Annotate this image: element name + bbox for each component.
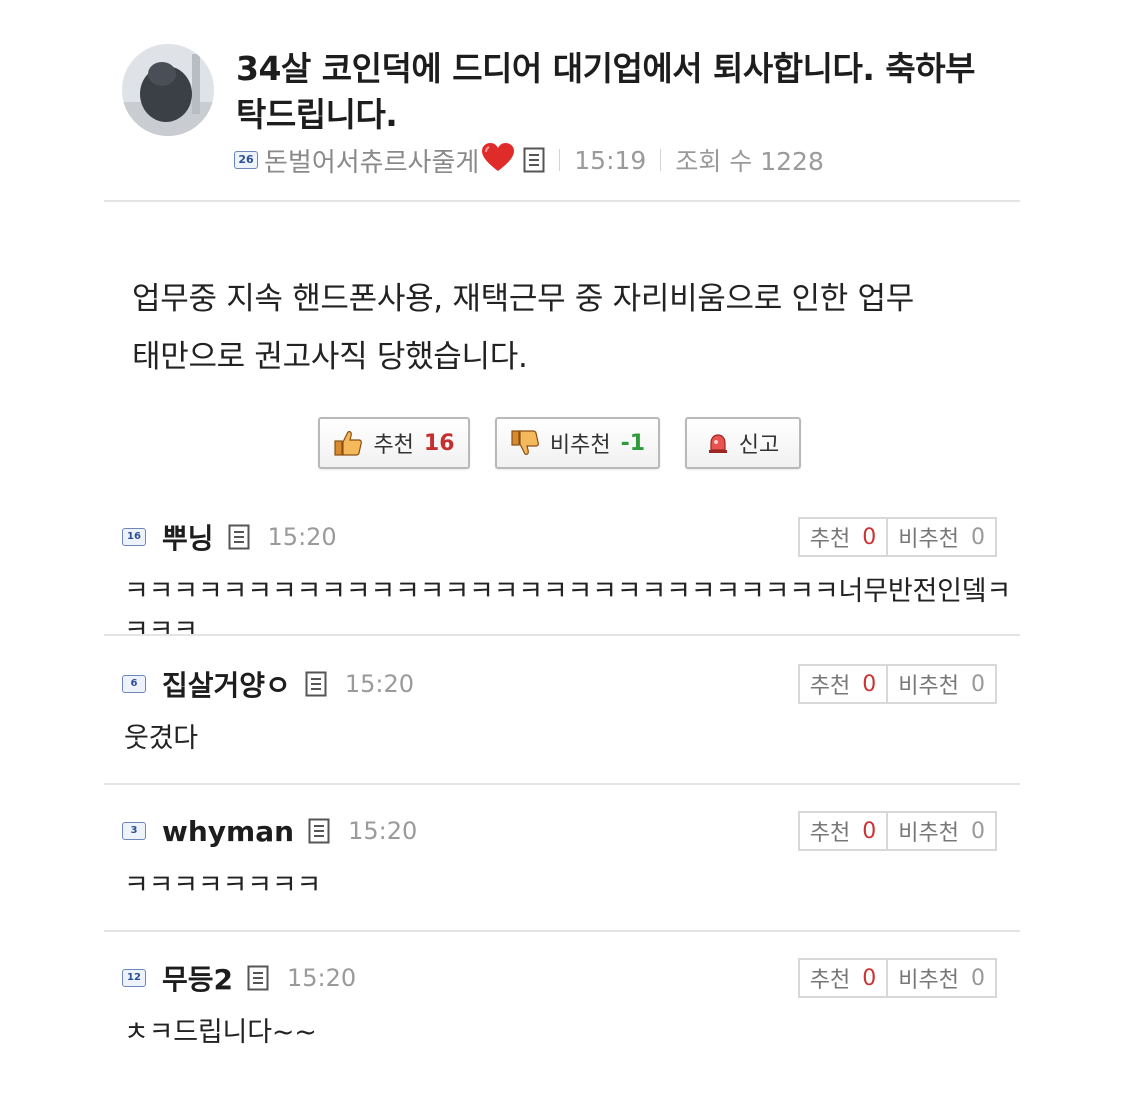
comment-downvote-count: 0 — [971, 818, 985, 844]
report-button[interactable]: 신고 — [685, 417, 801, 469]
comment-upvote-count: 0 — [862, 818, 877, 844]
downvote-label: 비추천 — [549, 433, 611, 458]
level-badge: 12 — [122, 969, 146, 987]
comment-upvote-count: 0 — [862, 965, 877, 991]
downvote-count: -1 — [620, 430, 646, 456]
comment-downvote-button[interactable]: 비추천 0 — [886, 813, 995, 849]
post-meta: 26 돈벌어서츄르사줄게 15:19 조회 수 1228 — [234, 140, 824, 180]
comment-downvote-button[interactable]: 비추천 0 — [886, 666, 995, 702]
comment-header: 16 뿌닝 15:20 — [122, 517, 337, 557]
report-label: 신고 — [738, 433, 780, 458]
comment-downvote-label: 비추천 — [898, 821, 959, 846]
post-title: 34살 코인덕에 드디어 대기업에서 퇴사합니다. 축하부탁드립니다. — [236, 49, 975, 134]
comment-divider — [104, 634, 1020, 636]
comment-upvote-button[interactable]: 추천 0 — [800, 813, 886, 849]
comment-downvote-count: 0 — [971, 524, 985, 550]
comment-item: 12 무등2 15:20 추천 0 비추천 0 ㅊㅋ드립니다~~ — [122, 958, 1022, 1048]
comment-vote-box: 추천 0 비추천 0 — [797, 664, 997, 704]
document-icon[interactable] — [308, 818, 330, 844]
post-body-line: 업무중 지속 핸드폰사용, 재택근무 중 자리비움으로 인한 업무 — [132, 281, 914, 317]
meta-separator — [559, 149, 561, 171]
comment-author[interactable]: 뿌닝 — [162, 517, 214, 557]
comment-header: 12 무등2 15:20 — [122, 958, 356, 998]
comment-item: 3 whyman 15:20 추천 0 비추천 0 ㅋㅋㅋㅋㅋㅋㅋㅋ — [122, 811, 1022, 901]
comment-downvote-label: 비추천 — [898, 527, 959, 552]
comment-upvote-label: 추천 — [809, 674, 851, 699]
comment-author[interactable]: whyman — [162, 815, 294, 848]
post-time: 15:19 — [574, 145, 647, 175]
document-icon[interactable] — [247, 965, 269, 991]
level-badge: 26 — [234, 151, 258, 169]
heart-icon — [481, 142, 515, 179]
comment-divider — [104, 783, 1020, 785]
comment-divider — [104, 930, 1020, 932]
comment-downvote-count: 0 — [971, 965, 985, 991]
comment-item: 16 뿌닝 15:20 추천 0 비추천 0 ㅋㅋㅋㅋㅋㅋㅋㅋㅋㅋㅋㅋㅋㅋㅋㅋㅋ… — [122, 517, 1022, 646]
post-header: 34살 코인덕에 드디어 대기업에서 퇴사합니다. 축하부탁드립니다. 26 돈… — [122, 40, 1022, 190]
document-icon[interactable] — [305, 671, 327, 697]
level-badge: 6 — [122, 675, 146, 693]
comment-downvote-label: 비추천 — [898, 968, 959, 993]
comment-header: 3 whyman 15:20 — [122, 811, 417, 851]
upvote-button[interactable]: 추천 16 — [318, 417, 470, 469]
comment-text: ㅋㅋㅋㅋㅋㅋㅋㅋ — [124, 870, 322, 901]
comment-time: 15:20 — [287, 964, 357, 992]
comment-downvote-label: 비추천 — [898, 674, 959, 699]
thumbs-up-icon — [334, 431, 363, 456]
comment-upvote-label: 추천 — [809, 821, 851, 846]
comment-author[interactable]: 집살거양ㅇ — [162, 664, 291, 704]
meta-separator — [660, 149, 662, 171]
upvote-label: 추천 — [373, 433, 414, 458]
comment-vote-box: 추천 0 비추천 0 — [797, 811, 997, 851]
upvote-count: 16 — [423, 430, 455, 456]
comment-downvote-count: 0 — [971, 671, 985, 697]
comment-upvote-button[interactable]: 추천 0 — [800, 960, 886, 996]
comment-upvote-label: 추천 — [809, 527, 851, 552]
downvote-button[interactable]: 비추천 -1 — [495, 417, 660, 469]
comment-author[interactable]: 무등2 — [162, 958, 233, 998]
comment-item: 6 집살거양ㅇ 15:20 추천 0 비추천 0 웃겼다 — [122, 664, 1022, 754]
post-body-line: 태만으로 권고사직 당했습니다. — [132, 339, 528, 375]
comment-text: ㅊㅋ드립니다~~ — [124, 1017, 317, 1048]
comment-vote-box: 추천 0 비추천 0 — [797, 958, 997, 998]
post-page: 34살 코인덕에 드디어 대기업에서 퇴사합니다. 축하부탁드립니다. 26 돈… — [0, 0, 1125, 1112]
comment-upvote-count: 0 — [862, 671, 877, 697]
comment-text: 웃겼다 — [124, 723, 198, 754]
document-icon[interactable] — [228, 524, 250, 550]
comment-time: 15:20 — [348, 817, 418, 845]
post-body: 업무중 지속 핸드폰사용, 재택근무 중 자리비움으로 인한 업무 태만으로 권… — [132, 270, 992, 386]
comment-header: 6 집살거양ㅇ 15:20 — [122, 664, 414, 704]
comment-downvote-button[interactable]: 비추천 0 — [886, 519, 995, 555]
level-badge: 3 — [122, 822, 146, 840]
level-badge: 16 — [122, 528, 146, 546]
comment-upvote-button[interactable]: 추천 0 — [800, 666, 886, 702]
avatar[interactable] — [122, 44, 214, 136]
thumbs-down-icon — [511, 430, 539, 455]
comment-vote-box: 추천 0 비추천 0 — [797, 517, 997, 557]
siren-icon — [708, 434, 727, 453]
author-nickname[interactable]: 돈벌어서츄르사줄게 — [264, 142, 479, 179]
comment-upvote-button[interactable]: 추천 0 — [800, 519, 886, 555]
comment-downvote-button[interactable]: 비추천 0 — [886, 960, 995, 996]
comment-time: 15:20 — [267, 523, 337, 551]
avatar-image — [122, 44, 214, 136]
vote-buttons: 추천 16 비추천 -1 신고 — [318, 417, 801, 469]
document-icon[interactable] — [523, 147, 545, 173]
comment-upvote-label: 추천 — [809, 968, 851, 993]
header-divider — [104, 200, 1020, 202]
comment-time: 15:20 — [344, 670, 414, 698]
comment-upvote-count: 0 — [862, 524, 877, 550]
view-count: 조회 수 1228 — [675, 147, 824, 176]
